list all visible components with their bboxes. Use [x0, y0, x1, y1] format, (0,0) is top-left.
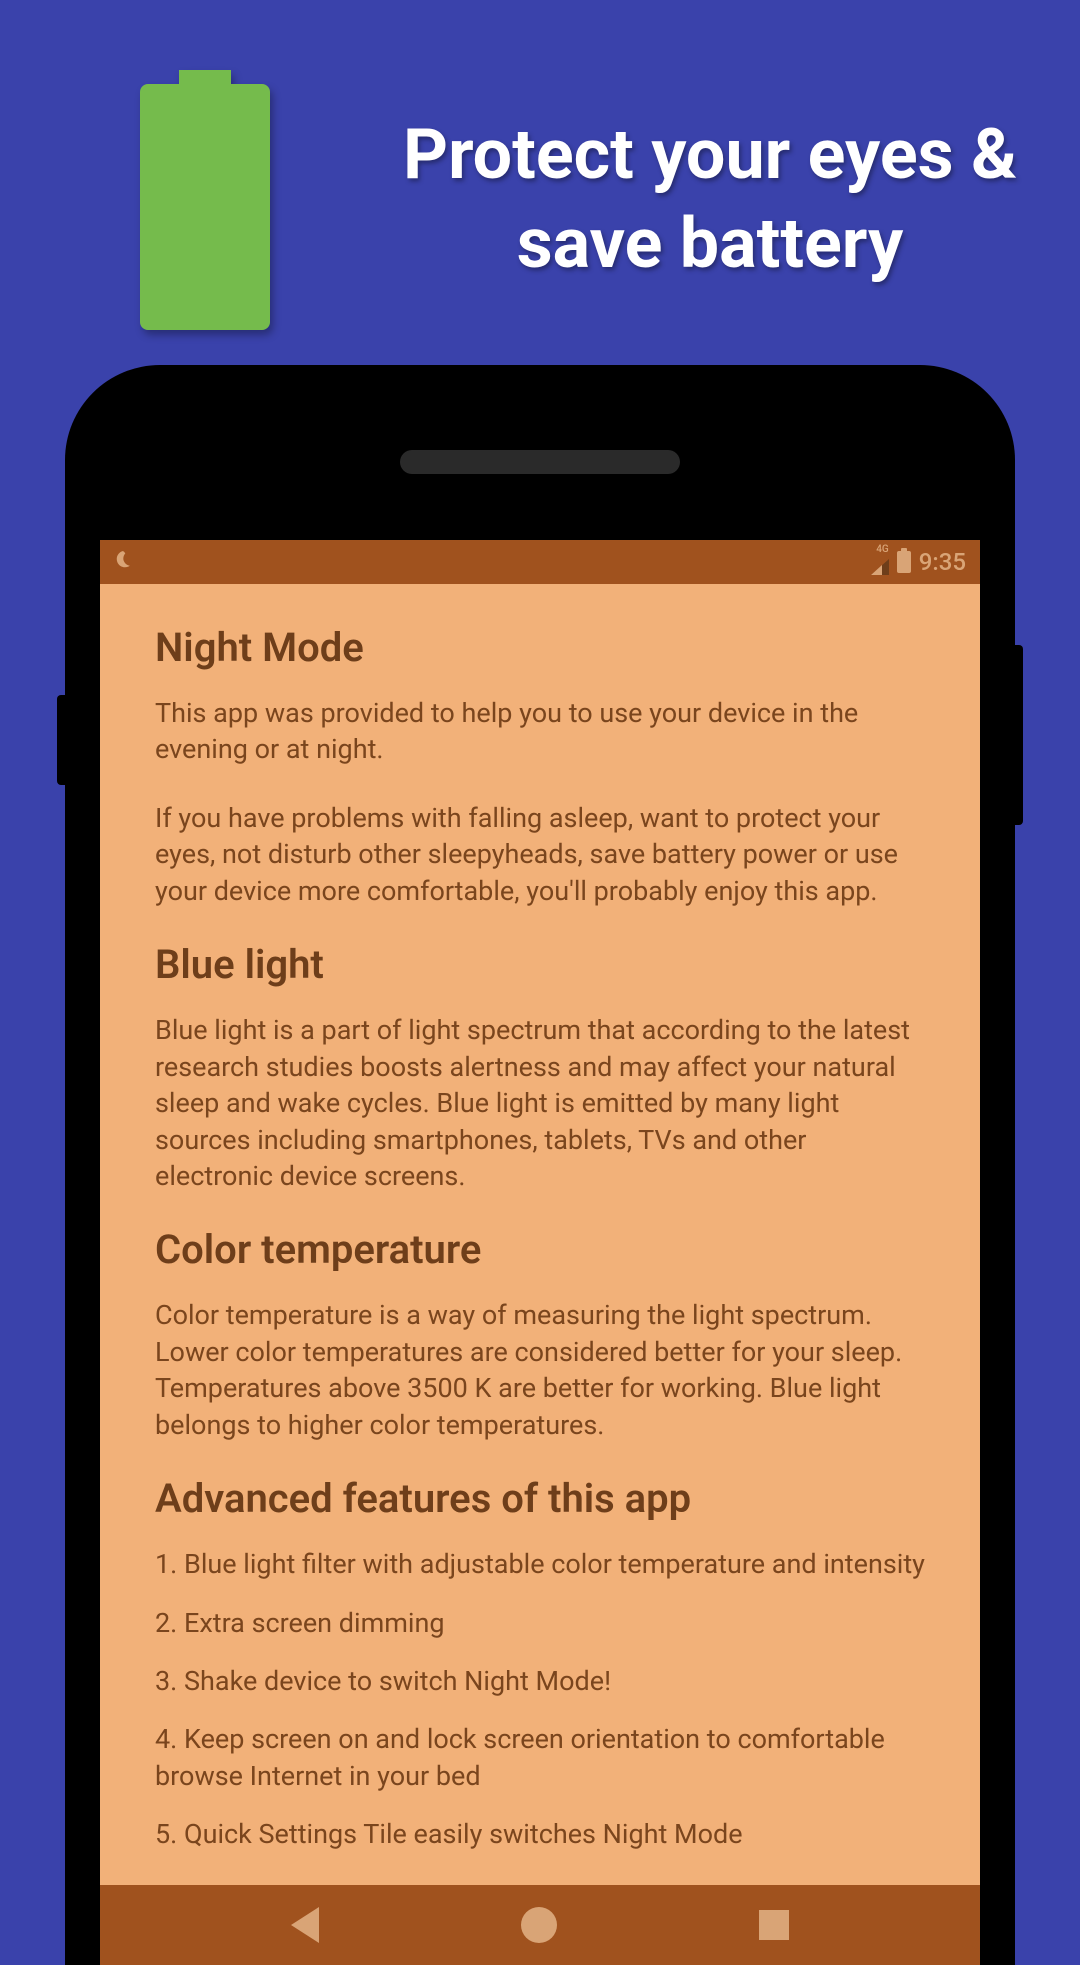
- network-label: 4G: [876, 545, 889, 555]
- battery-icon: [140, 70, 270, 330]
- phone-side-button-left: [57, 695, 65, 785]
- marketing-header: Protect your eyes & save battery: [0, 0, 1080, 370]
- back-button[interactable]: [291, 1907, 319, 1943]
- para-intro-1: This app was provided to help you to use…: [155, 695, 925, 768]
- moon-icon: [114, 548, 136, 576]
- signal-indicator: 4G: [871, 545, 889, 579]
- recent-apps-button[interactable]: [759, 1910, 789, 1940]
- heading-features: Advanced features of this app: [155, 1475, 925, 1522]
- status-right: 4G 9:35: [871, 545, 966, 579]
- para-color-temp: Color temperature is a way of measuring …: [155, 1297, 925, 1443]
- para-blue-light: Blue light is a part of light spectrum t…: [155, 1012, 925, 1194]
- phone-side-button-right: [1015, 645, 1023, 825]
- feature-item: 4. Keep screen on and lock screen orient…: [155, 1721, 925, 1794]
- feature-item: 5. Quick Settings Tile easily switches N…: [155, 1816, 925, 1852]
- heading-night-mode: Night Mode: [155, 624, 925, 671]
- signal-icon: [871, 555, 889, 579]
- status-left: [114, 548, 871, 576]
- heading-color-temp: Color temperature: [155, 1226, 925, 1273]
- navigation-bar: [100, 1885, 980, 1965]
- status-battery-icon: [897, 551, 911, 573]
- heading-blue-light: Blue light: [155, 941, 925, 988]
- para-intro-2: If you have problems with falling asleep…: [155, 800, 925, 909]
- feature-item: 3. Shake device to switch Night Mode!: [155, 1663, 925, 1699]
- status-bar: 4G 9:35: [100, 540, 980, 584]
- feature-item: 1. Blue light filter with adjustable col…: [155, 1546, 925, 1582]
- app-content[interactable]: Night Mode This app was provided to help…: [100, 584, 980, 1895]
- phone-mockup: 4G 9:35 Night Mode This app was provided…: [65, 365, 1015, 1965]
- marketing-headline: Protect your eyes & save battery: [390, 111, 1030, 289]
- phone-screen: 4G 9:35 Night Mode This app was provided…: [100, 540, 980, 1965]
- home-button[interactable]: [521, 1907, 557, 1943]
- status-time: 9:35: [919, 548, 966, 576]
- phone-speaker: [400, 450, 680, 474]
- feature-item: 2. Extra screen dimming: [155, 1605, 925, 1641]
